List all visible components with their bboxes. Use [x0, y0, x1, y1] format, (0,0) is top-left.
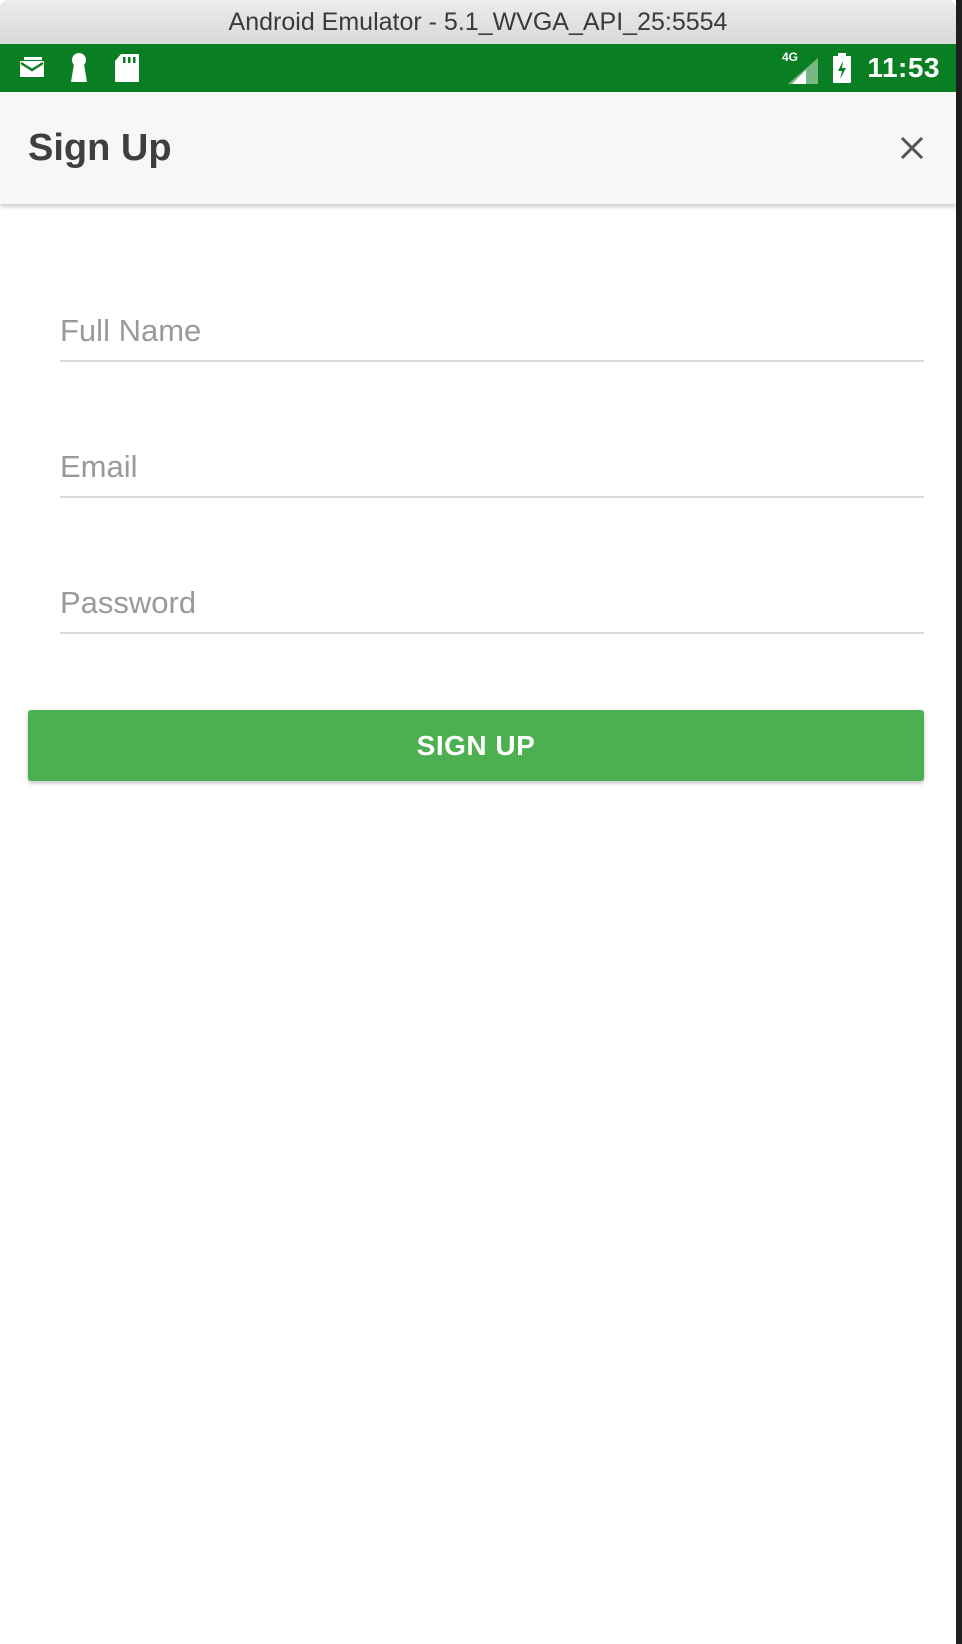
full-name-input[interactable]	[60, 304, 924, 358]
app-bar: Sign Up	[0, 92, 956, 204]
page-title: Sign Up	[28, 126, 172, 169]
sd-card-icon	[114, 44, 140, 92]
network-label: 4G	[782, 50, 799, 64]
sign-up-button[interactable]: SIGN UP	[28, 710, 924, 781]
full-name-field[interactable]	[60, 304, 924, 362]
password-input[interactable]	[60, 576, 924, 630]
email-input[interactable]	[60, 440, 924, 494]
window-title: Android Emulator - 5.1_WVGA_API_25:5554	[228, 7, 728, 36]
window-edge	[956, 0, 962, 1644]
password-field[interactable]	[60, 576, 924, 634]
window-titlebar: Android Emulator - 5.1_WVGA_API_25:5554	[0, 0, 956, 45]
status-time: 11:53	[867, 52, 940, 83]
sign-up-button-label: SIGN UP	[416, 729, 536, 761]
close-button[interactable]	[890, 126, 934, 170]
keyhole-icon	[68, 44, 90, 92]
close-icon[interactable]	[900, 136, 924, 160]
email-field[interactable]	[60, 440, 924, 498]
battery-charging-icon	[832, 44, 852, 92]
status-bar: 4G 11:53	[0, 44, 956, 92]
mail-notification-icon	[18, 44, 46, 92]
signal-4g-icon: 4G	[780, 44, 820, 92]
